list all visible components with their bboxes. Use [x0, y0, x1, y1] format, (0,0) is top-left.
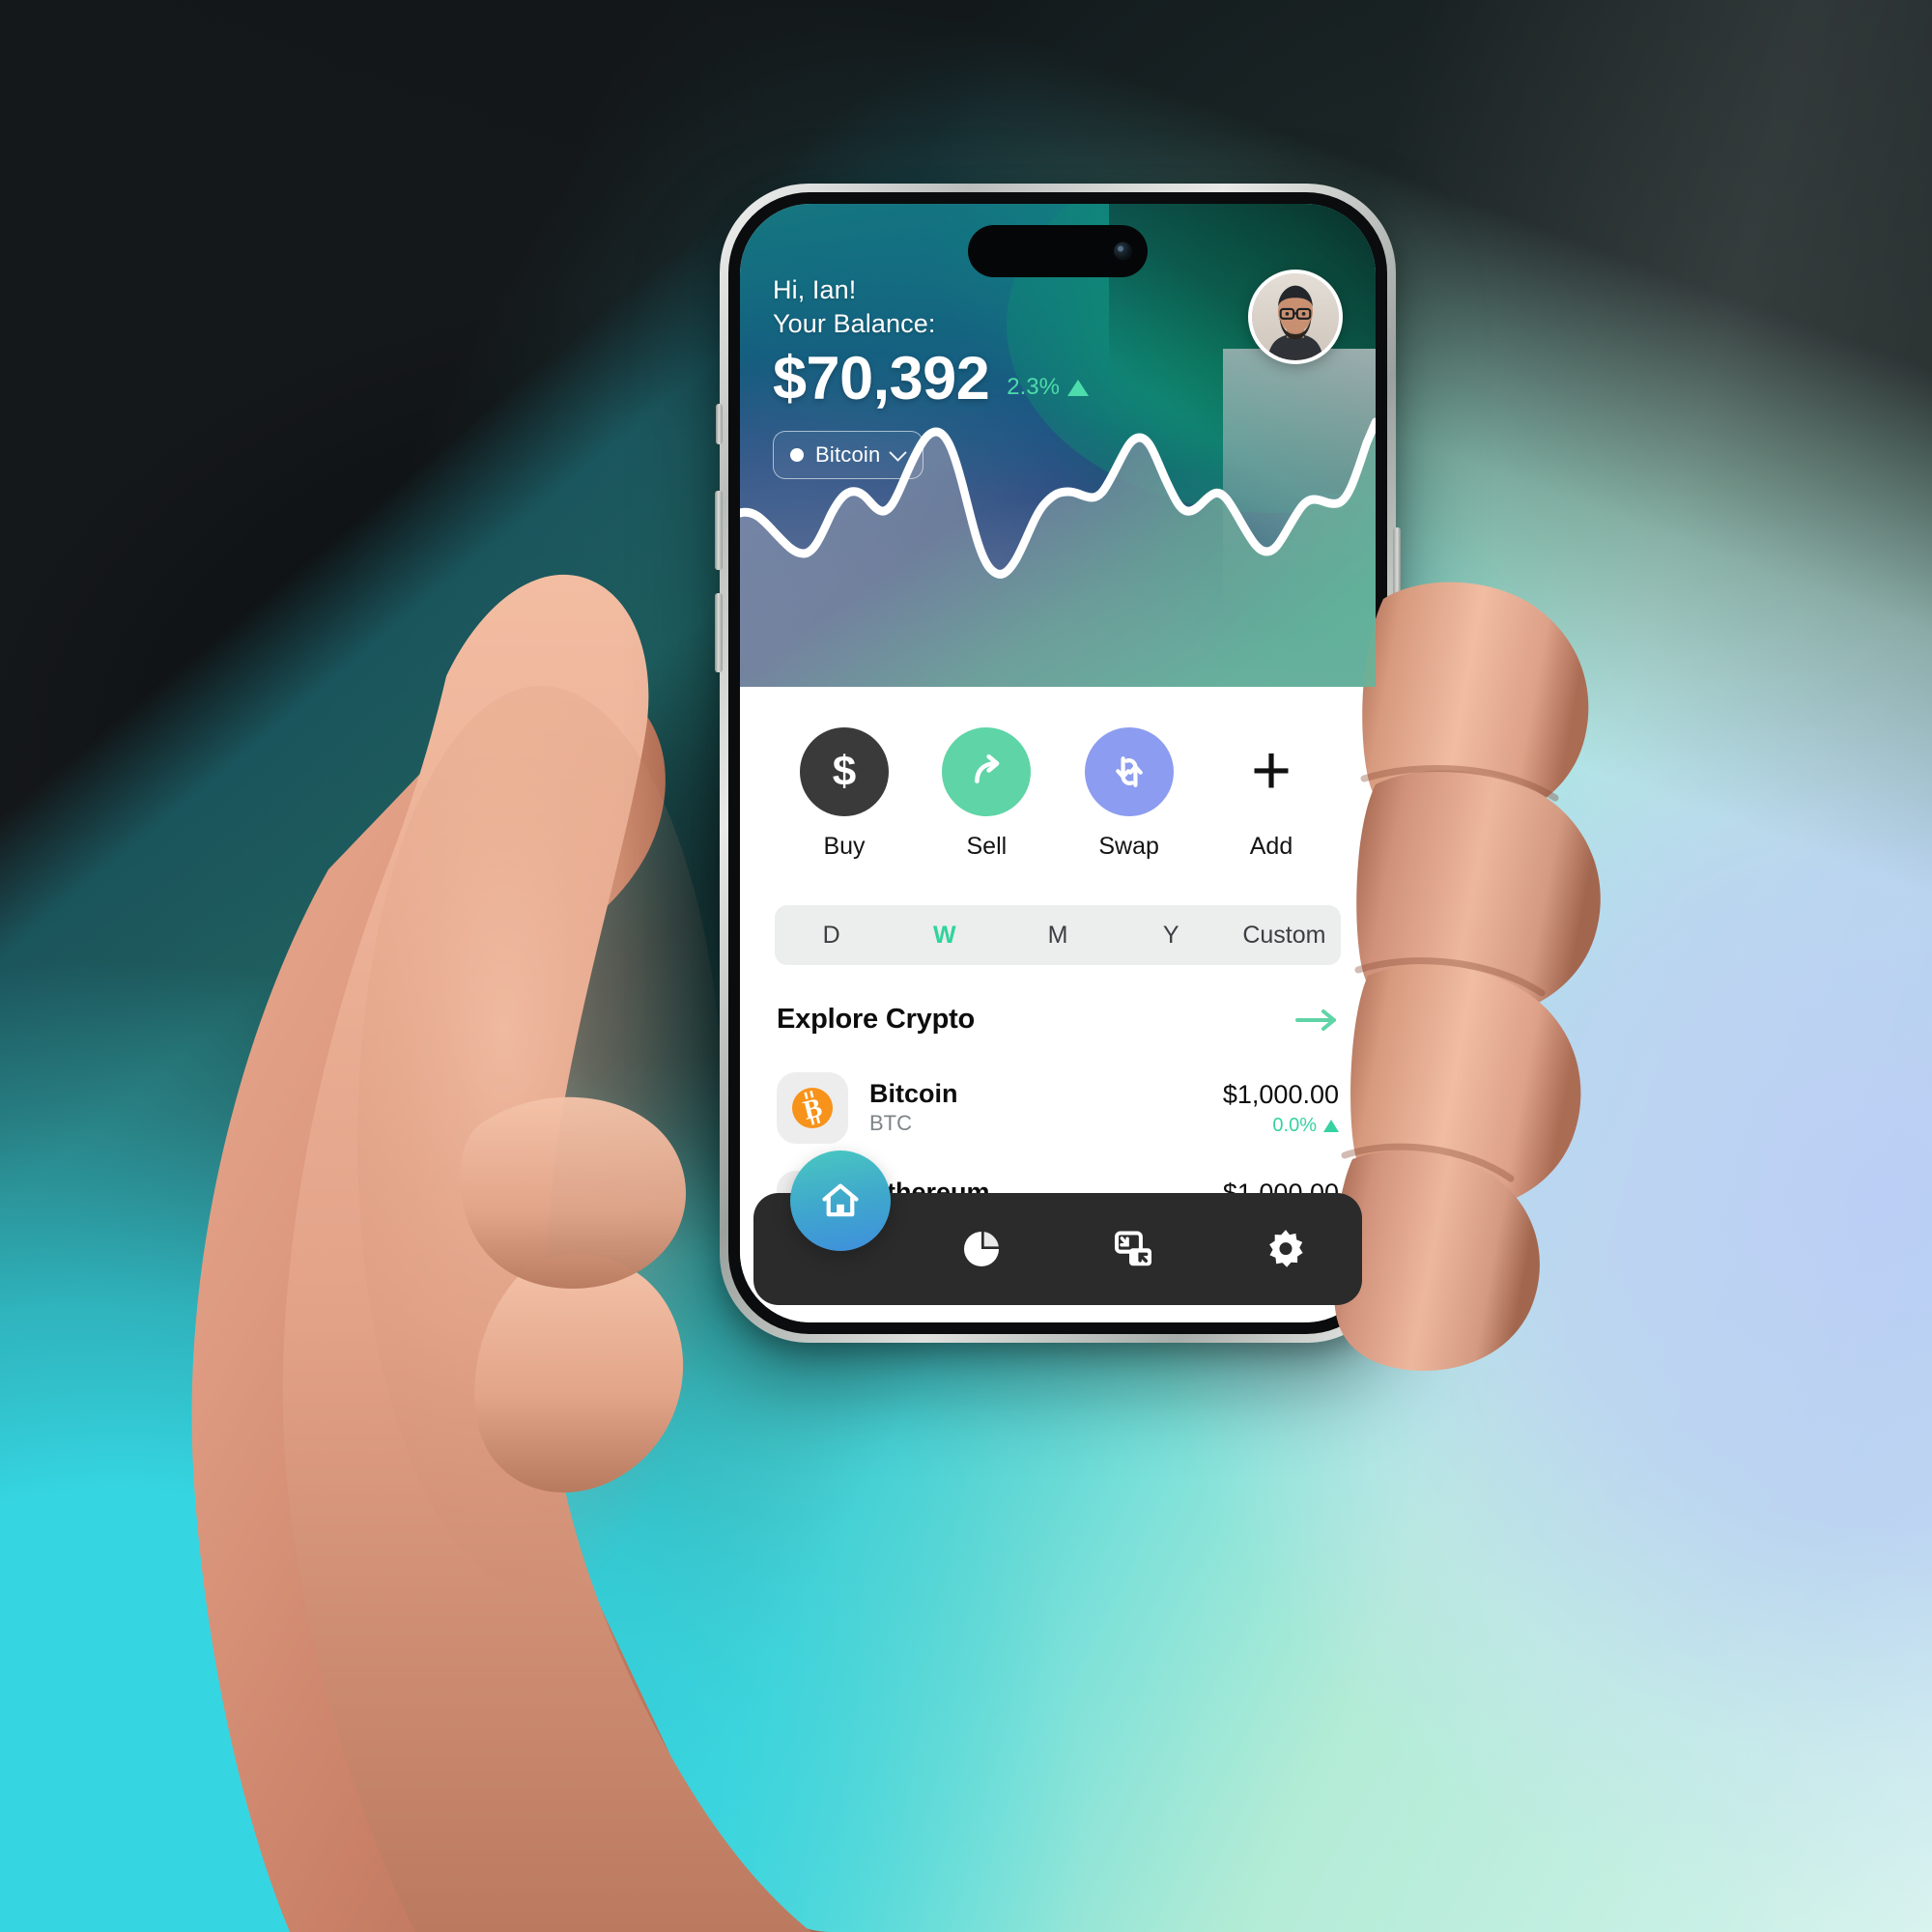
- nav-item-home[interactable]: [790, 1151, 891, 1251]
- chevron-down-icon: [889, 443, 908, 462]
- asset-dot-icon: [790, 448, 804, 463]
- thumb-upper: [459, 1096, 687, 1289]
- bottom-navigation: [753, 1151, 1363, 1305]
- balance-label: Your Balance:: [773, 309, 936, 339]
- pie-chart-icon: [964, 1231, 1000, 1267]
- nav-item-transfer[interactable]: [1058, 1193, 1210, 1305]
- scene: Hi, Ian! Your Balance: $70,392 2.3% Bitc…: [0, 0, 1932, 1932]
- greeting-block: Hi, Ian! Your Balance: $70,392 2.3%: [773, 270, 1089, 410]
- nav-item-settings[interactable]: [1210, 1193, 1363, 1305]
- balance-amount: $70,392: [773, 345, 990, 413]
- triangle-up-icon: [1066, 379, 1089, 396]
- balance-change-value: 2.3%: [1007, 374, 1060, 401]
- asset-selector[interactable]: Bitcoin: [773, 431, 924, 480]
- dynamic-island: [968, 225, 1148, 277]
- thumb-tip: [474, 1254, 684, 1492]
- chart-svg: [740, 417, 1376, 687]
- balance-row: $70,392 2.3%: [773, 349, 1089, 410]
- transfer-icon: [1114, 1231, 1151, 1266]
- avatar-photo: [1252, 273, 1339, 360]
- asset-selector-label: Bitcoin: [815, 442, 881, 468]
- balance-change-badge: 2.3%: [1007, 374, 1089, 410]
- gear-icon: [1269, 1230, 1303, 1267]
- balance-chart: [740, 368, 1376, 687]
- front-camera-icon: [1114, 242, 1132, 261]
- home-icon: [822, 1183, 859, 1217]
- greeting-text: Hi, Ian!: [773, 275, 857, 304]
- avatar[interactable]: [1248, 270, 1343, 364]
- nav-item-portfolio[interactable]: [906, 1193, 1059, 1305]
- balance-hero: Hi, Ian! Your Balance: $70,392 2.3% Bitc…: [740, 204, 1376, 687]
